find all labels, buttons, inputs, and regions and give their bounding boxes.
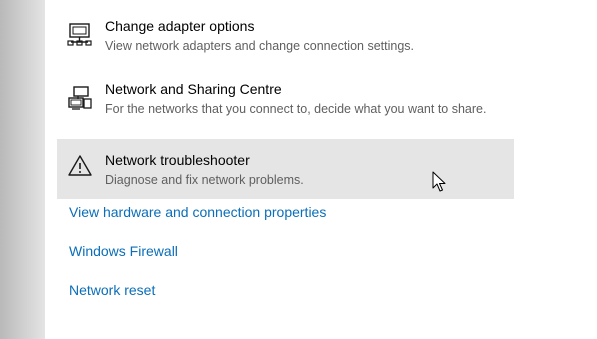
- network-reset-link[interactable]: Network reset: [69, 282, 155, 298]
- view-hardware-properties-link[interactable]: View hardware and connection properties: [69, 204, 326, 220]
- network-settings-panel: Change adapter options View network adap…: [45, 0, 597, 339]
- network-troubleshooter-title: Network troubleshooter: [105, 152, 250, 168]
- windows-firewall-link[interactable]: Windows Firewall: [69, 243, 178, 259]
- network-sharing-centre-description: For the networks that you connect to, de…: [105, 102, 487, 116]
- warning-icon: [67, 153, 93, 179]
- sharing-centre-icon: [67, 85, 93, 111]
- change-adapter-options-description: View network adapters and change connect…: [105, 39, 414, 53]
- mouse-pointer-icon: [432, 171, 446, 193]
- change-adapter-options-title: Change adapter options: [105, 18, 255, 34]
- sidebar-edge: [0, 0, 45, 339]
- network-sharing-centre-title: Network and Sharing Centre: [105, 81, 282, 97]
- settings-window: Change adapter options View network adap…: [0, 0, 597, 339]
- network-sharing-centre-item[interactable]: Network and Sharing Centre For the netwo…: [57, 69, 514, 129]
- change-adapter-options-item[interactable]: Change adapter options View network adap…: [57, 6, 514, 66]
- network-adapter-icon: [67, 22, 93, 48]
- network-troubleshooter-description: Diagnose and fix network problems.: [105, 173, 304, 187]
